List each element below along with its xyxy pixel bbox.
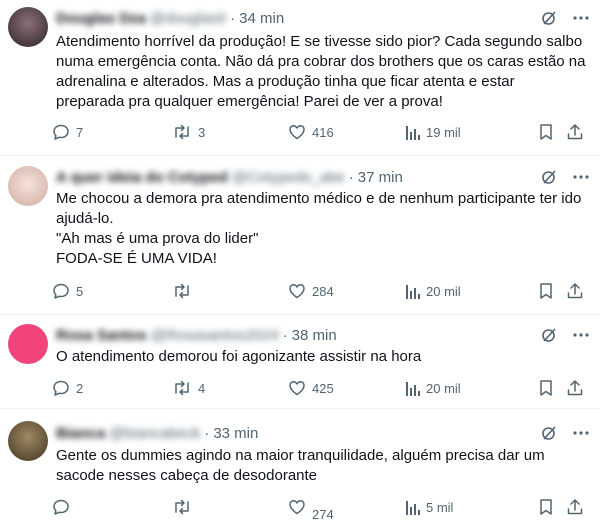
reply-button[interactable]: 7 xyxy=(52,121,83,143)
grok-icon[interactable] xyxy=(540,9,558,27)
like-button[interactable]: 274 xyxy=(288,496,334,522)
like-button[interactable]: 425 xyxy=(288,377,334,399)
bookmark-button[interactable] xyxy=(538,377,554,399)
repost-button[interactable]: 3 xyxy=(172,121,205,143)
more-icon[interactable] xyxy=(572,326,590,344)
reply-button[interactable]: 2 xyxy=(52,377,83,399)
repost-button[interactable]: 4 xyxy=(172,377,205,399)
author-handle[interactable]: @biancabeck xyxy=(109,425,200,442)
views-button[interactable]: 20 mil xyxy=(406,377,461,399)
views-button[interactable]: 20 mil xyxy=(406,280,461,302)
reply-icon xyxy=(52,282,70,300)
separator-dot: · xyxy=(348,168,354,186)
avatar[interactable] xyxy=(8,166,48,206)
like-count: 425 xyxy=(312,380,334,396)
share-icon xyxy=(566,498,584,516)
author-handle[interactable]: @Rosasantos2024 xyxy=(151,327,279,344)
more-icon[interactable] xyxy=(572,424,590,442)
reply-button[interactable]: 5 xyxy=(52,280,83,302)
author-handle[interactable]: @Cotypedo_abe xyxy=(232,169,345,186)
separator-dot: · xyxy=(282,326,288,344)
tweet-text: Gente os dummies agindo na maior tranqui… xyxy=(56,447,549,484)
repost-count: 3 xyxy=(198,124,206,140)
like-button[interactable]: 284 xyxy=(288,280,334,302)
timestamp[interactable]: 38 min xyxy=(292,327,337,344)
avatar[interactable] xyxy=(8,421,48,461)
views-count: 5 mil xyxy=(426,499,454,515)
share-icon xyxy=(566,379,584,397)
like-count: 416 xyxy=(312,124,334,140)
views-button[interactable]: 5 mil xyxy=(406,496,453,518)
grok-icon[interactable] xyxy=(540,326,558,344)
like-icon xyxy=(288,379,306,397)
tweet[interactable]: Rosa Santos @Rosasantos2024 · 38 min O a… xyxy=(0,316,600,409)
reply-count: 7 xyxy=(76,124,84,140)
tweet-text: O atendimento demorou foi agonizante ass… xyxy=(56,348,422,365)
repost-button[interactable] xyxy=(172,280,198,302)
more-icon[interactable] xyxy=(572,168,590,186)
grok-icon[interactable] xyxy=(540,168,558,186)
avatar[interactable] xyxy=(8,324,48,364)
author-name[interactable]: Rosa Santos xyxy=(56,327,147,344)
repost-icon xyxy=(172,282,192,300)
tweet-text: Atendimento horrível da produção! E se t… xyxy=(56,33,590,110)
share-icon xyxy=(566,282,584,300)
more-icon[interactable] xyxy=(572,9,590,27)
author-name[interactable]: Bianca xyxy=(56,425,105,442)
tweet[interactable]: A quer ideia do Cotyped @Cotypedo_abe · … xyxy=(0,157,600,315)
views-button[interactable]: 19 mil xyxy=(406,121,461,143)
reply-icon xyxy=(52,379,70,397)
share-icon xyxy=(566,123,584,141)
bookmark-icon xyxy=(538,123,554,141)
repost-icon xyxy=(172,123,192,141)
views-icon xyxy=(406,124,420,140)
reply-button[interactable] xyxy=(52,496,76,518)
like-icon xyxy=(288,498,306,516)
views-icon xyxy=(406,380,420,396)
views-icon xyxy=(406,283,420,299)
avatar[interactable] xyxy=(8,7,48,47)
like-count: 274 xyxy=(312,506,334,522)
share-button[interactable] xyxy=(566,121,584,143)
repost-count: 4 xyxy=(198,380,206,396)
views-count: 20 mil xyxy=(426,283,461,299)
timeline-feed: Douglas Dza @douglas0 · 34 min Atendimen… xyxy=(0,0,600,530)
author-handle[interactable]: @douglas0 xyxy=(150,10,226,27)
repost-icon xyxy=(172,498,192,516)
grok-icon[interactable] xyxy=(540,424,558,442)
share-button[interactable] xyxy=(566,280,584,302)
bookmark-icon xyxy=(538,282,554,300)
share-button[interactable] xyxy=(566,496,584,518)
timestamp[interactable]: 34 min xyxy=(239,10,284,27)
reply-count: 2 xyxy=(76,380,84,396)
separator-dot: · xyxy=(204,424,210,442)
tweet[interactable]: Douglas Dza @douglas0 · 34 min Atendimen… xyxy=(0,0,600,156)
tweet[interactable]: Bianca @biancabeck · 33 min Gente os dum… xyxy=(0,410,600,530)
bookmark-button[interactable] xyxy=(538,280,554,302)
author-name[interactable]: Douglas Dza xyxy=(56,10,146,27)
timestamp[interactable]: 37 min xyxy=(358,169,403,186)
views-icon xyxy=(406,499,420,515)
repost-icon xyxy=(172,379,192,397)
like-count: 284 xyxy=(312,283,334,299)
reply-icon xyxy=(52,498,70,516)
separator-dot: · xyxy=(230,9,236,27)
like-button[interactable]: 416 xyxy=(288,121,334,143)
like-icon xyxy=(288,282,306,300)
author-name[interactable]: A quer ideia do Cotyped xyxy=(56,169,228,186)
bookmark-button[interactable] xyxy=(538,121,554,143)
like-icon xyxy=(288,123,306,141)
views-count: 20 mil xyxy=(426,380,461,396)
reply-icon xyxy=(52,123,70,141)
views-count: 19 mil xyxy=(426,124,461,140)
bookmark-icon xyxy=(538,498,554,516)
bookmark-icon xyxy=(538,379,554,397)
bookmark-button[interactable] xyxy=(538,496,554,518)
reply-count: 5 xyxy=(76,283,84,299)
tweet-text: Me chocou a demora pra atendimento médic… xyxy=(56,190,582,267)
repost-button[interactable] xyxy=(172,496,198,518)
timestamp[interactable]: 33 min xyxy=(213,425,258,442)
share-button[interactable] xyxy=(566,377,584,399)
